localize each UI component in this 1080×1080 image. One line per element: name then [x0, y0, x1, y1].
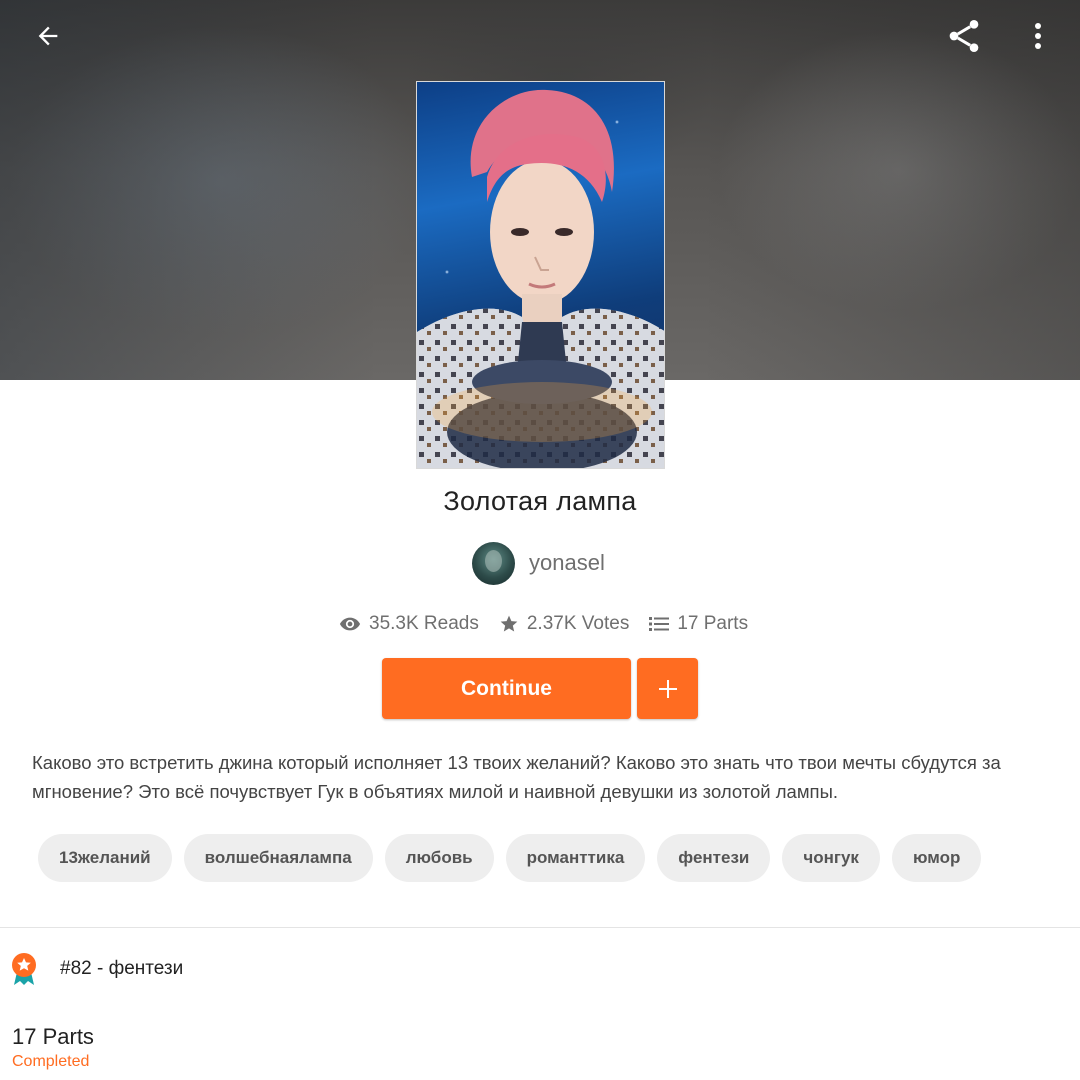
ribbon-badge-icon — [12, 953, 36, 985]
back-button[interactable] — [26, 14, 70, 58]
share-icon — [949, 20, 979, 52]
ranking-row[interactable]: #82 - фентези — [10, 951, 183, 987]
plus-icon — [658, 679, 677, 698]
author-link[interactable]: yonasel — [472, 541, 605, 585]
parts-stat: 17 Parts — [649, 613, 748, 635]
star-icon — [500, 615, 518, 632]
tag-list: 13желаний волшебнаялампа любовь романтти… — [38, 834, 982, 882]
reads-stat: 35.3K Reads — [339, 613, 479, 635]
tag-chip[interactable]: чонгук — [782, 834, 880, 882]
parts-count: 17 Parts — [677, 613, 749, 634]
share-button[interactable] — [942, 14, 986, 58]
story-description: Каково это встретить джина который испол… — [32, 752, 1001, 802]
completion-status: Completed — [12, 1053, 90, 1070]
continue-reading-button[interactable]: Continue — [382, 658, 631, 719]
add-to-library-button[interactable] — [637, 658, 698, 719]
author-name[interactable]: yonasel — [529, 550, 605, 576]
ranking-label: #82 - фентези — [60, 958, 184, 979]
list-icon — [649, 617, 670, 631]
eye-icon — [339, 617, 361, 631]
tag-chip[interactable]: любовь — [384, 834, 494, 882]
tag-chip[interactable]: волшебнаялампа — [183, 834, 373, 882]
more-vertical-icon — [1035, 23, 1041, 49]
story-title: Золотая лампа — [443, 486, 637, 516]
cover-artwork — [417, 89, 664, 468]
votes-stat: 2.37K Votes — [499, 613, 629, 635]
author-avatar[interactable] — [472, 541, 515, 585]
story-cover-image[interactable] — [416, 81, 665, 469]
reads-count: 35.3K Reads — [369, 613, 479, 634]
arrow-left-icon — [38, 26, 58, 46]
more-options-button[interactable] — [1016, 14, 1060, 58]
tag-chip[interactable]: юмор — [891, 834, 982, 882]
votes-count: 2.37K Votes — [526, 613, 630, 634]
parts-section-title[interactable]: 17 Parts — [12, 1024, 94, 1050]
story-stats: 35.3K Reads 2.37K Votes 17 Parts — [339, 611, 748, 637]
tag-chip[interactable]: фентези — [657, 834, 771, 882]
tag-chip[interactable]: 13желаний — [38, 834, 172, 882]
tag-chip[interactable]: романттика — [505, 834, 646, 882]
section-divider — [0, 927, 1080, 928]
